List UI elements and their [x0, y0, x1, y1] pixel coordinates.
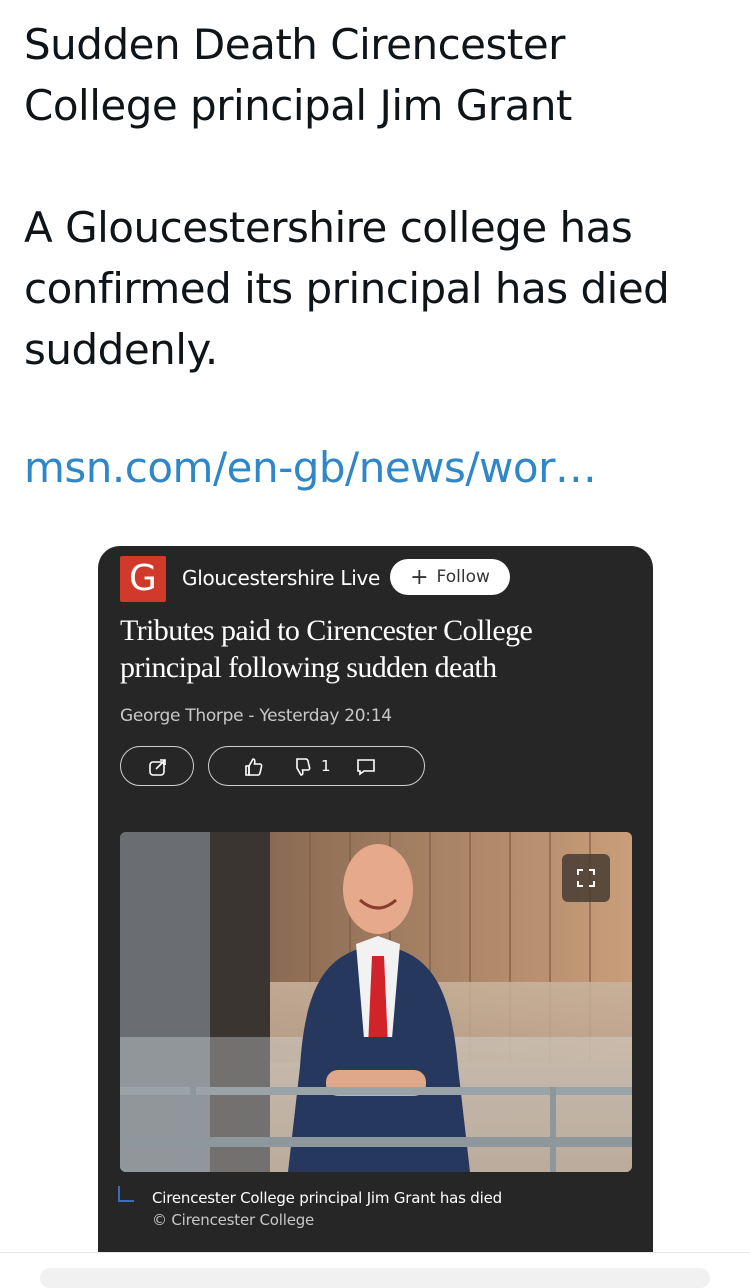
tweet-title-line-1: Sudden Death Cirencester: [24, 20, 565, 69]
expand-icon: [577, 869, 595, 887]
dislike-count: 1: [321, 757, 331, 775]
expand-image-button[interactable]: [562, 854, 610, 902]
photo-credit: © Cirencester College: [152, 1211, 315, 1229]
comment-icon[interactable]: [355, 756, 377, 778]
divider: [0, 1252, 750, 1253]
article-link[interactable]: msn.com/en-gb/news/wor…: [24, 437, 597, 498]
caption-marker-icon: [118, 1186, 134, 1202]
thumbs-up-icon[interactable]: [243, 756, 265, 778]
tweet-body-line-1: A Gloucestershire college has: [24, 203, 633, 252]
headline-line-2: principal following sudden death: [120, 651, 497, 684]
article-byline: George Thorpe - Yesterday 20:14: [120, 706, 392, 726]
principal-photo-image: [120, 832, 632, 1172]
headline-line-1: Tributes paid to Cirencester College: [120, 614, 533, 647]
article-photo[interactable]: [120, 832, 632, 1172]
tweet-body-line-2: confirmed its principal has died: [24, 264, 670, 313]
thumbs-down-icon[interactable]: [291, 756, 313, 778]
publisher-name[interactable]: Gloucestershire Live: [182, 566, 380, 590]
next-item-edge: [40, 1268, 710, 1288]
plus-icon: +: [410, 565, 429, 590]
tweet-body-line-3: suddenly.: [24, 325, 218, 374]
follow-label: Follow: [436, 567, 490, 587]
reactions-bar[interactable]: 1: [208, 746, 425, 786]
share-icon: [149, 759, 166, 776]
tweet-title-line-2: College principal Jim Grant: [24, 81, 572, 130]
publisher-logo: G: [120, 556, 166, 602]
photo-caption: Cirencester College principal Jim Grant …: [152, 1189, 502, 1207]
share-button[interactable]: [120, 746, 194, 786]
article-preview-card[interactable]: G Gloucestershire Live + Follow Tributes …: [98, 546, 653, 1252]
follow-button[interactable]: + Follow: [390, 559, 510, 595]
article-headline[interactable]: Tributes paid to Cirencester College pri…: [120, 612, 620, 686]
tweet-text: Sudden Death Cirencester College princip…: [24, 14, 724, 380]
